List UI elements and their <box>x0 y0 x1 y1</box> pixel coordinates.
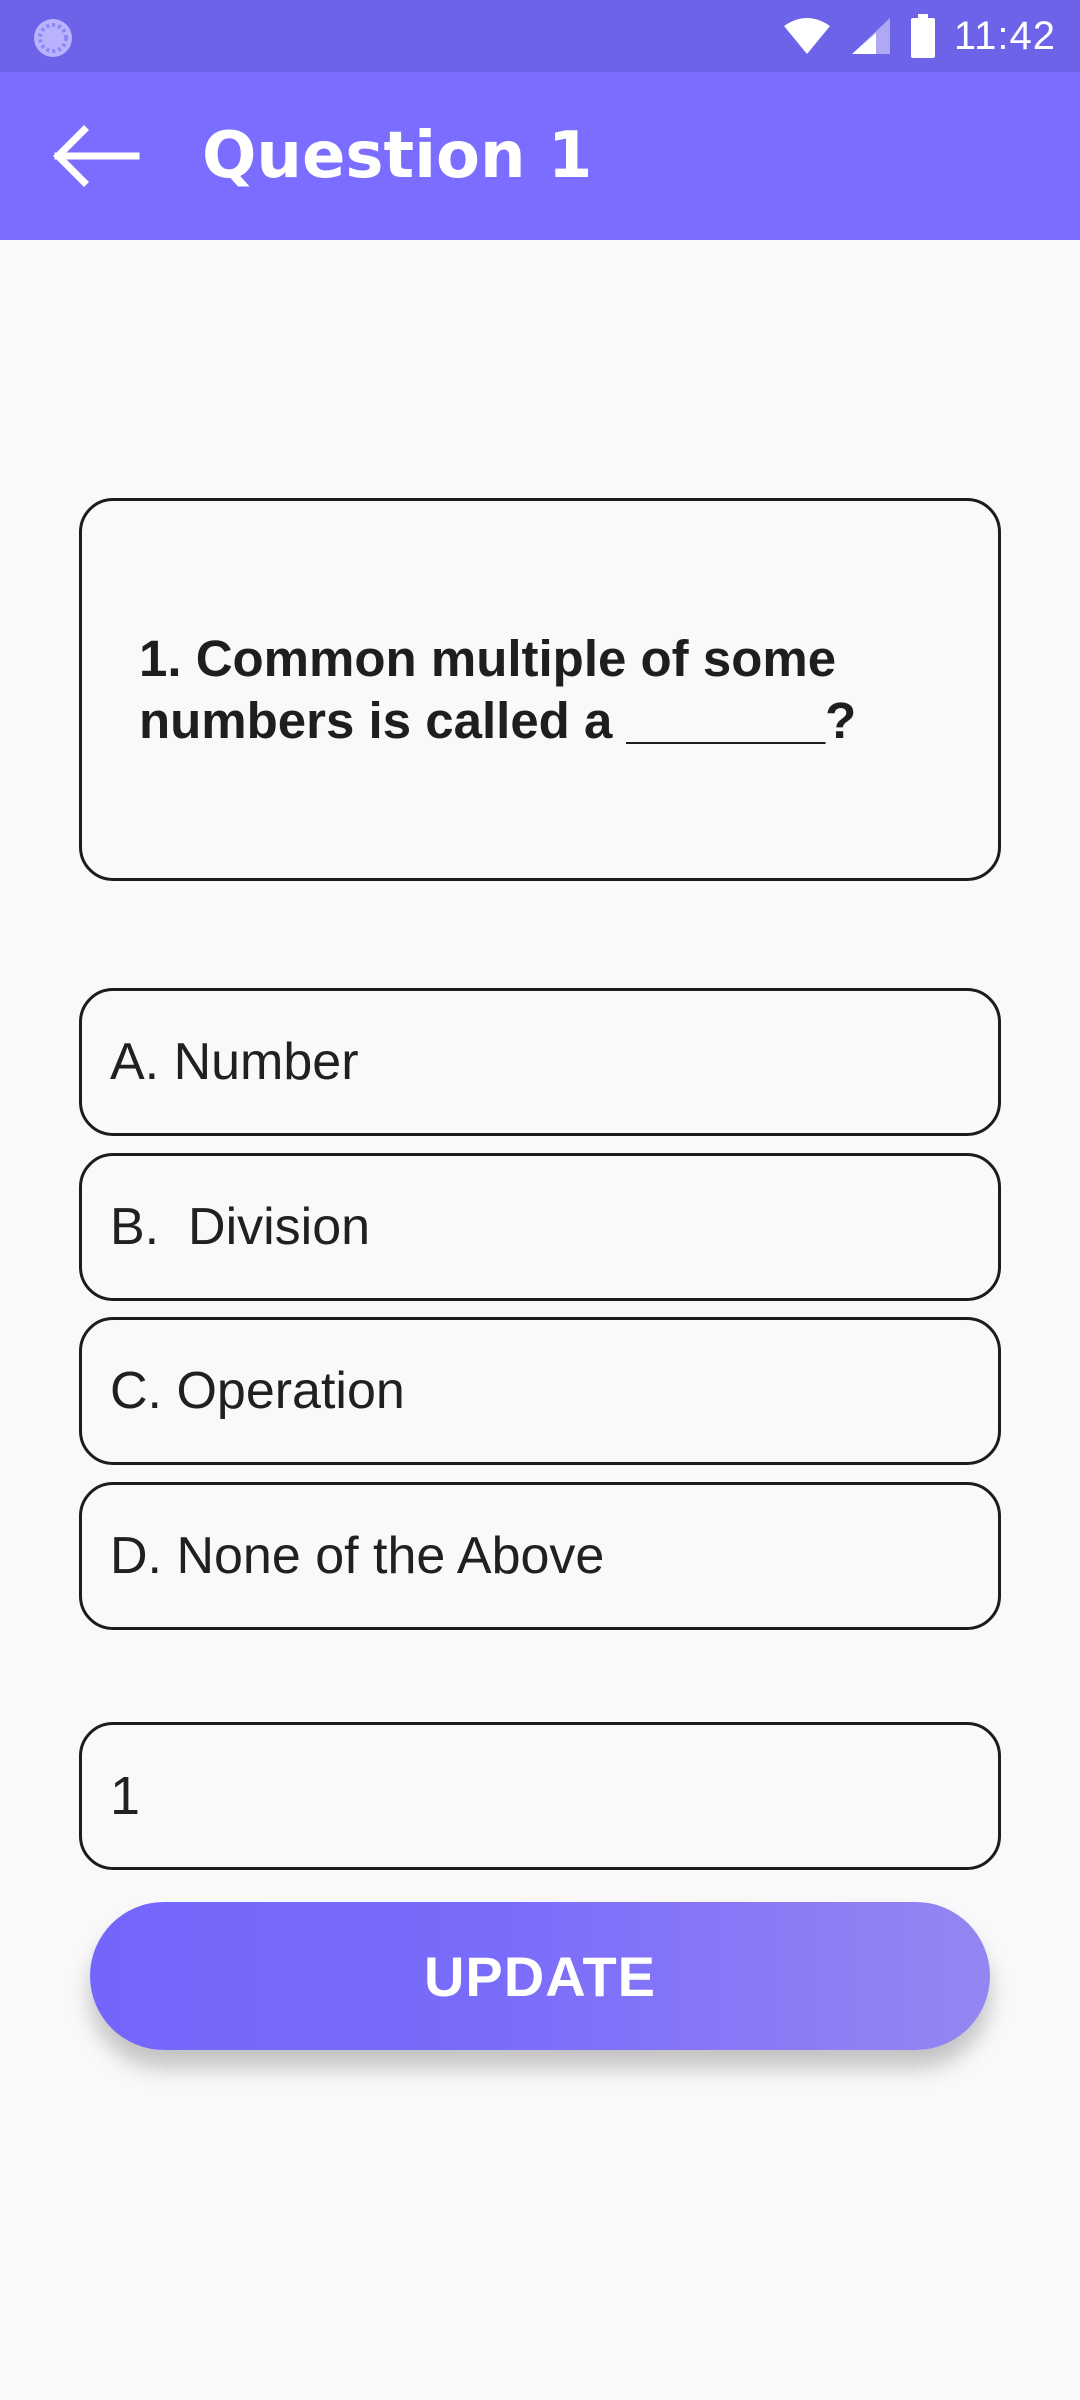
back-button[interactable] <box>40 116 150 196</box>
battery-icon <box>910 14 935 58</box>
option-b[interactable]: B. Division <box>79 1153 1001 1301</box>
question-text: 1. Common multiple of some numbers is ca… <box>139 629 857 749</box>
wifi-icon <box>783 18 830 54</box>
option-c[interactable]: C. Operation <box>79 1317 1001 1465</box>
answer-input[interactable] <box>79 1722 1001 1870</box>
update-button[interactable]: UPDATE <box>90 1902 990 2050</box>
signal-icon <box>851 18 890 54</box>
status-time: 11:42 <box>953 13 1056 58</box>
option-d[interactable]: D. None of the Above <box>79 1482 1001 1630</box>
app-bar: Question 1 <box>0 72 1080 240</box>
page-title: Question 1 <box>202 119 593 193</box>
loading-icon <box>34 19 72 57</box>
status-bar: 11:42 <box>0 0 1080 72</box>
option-a[interactable]: A. Number <box>79 988 1001 1136</box>
question-card: 1. Common multiple of some numbers is ca… <box>79 498 1001 881</box>
status-icons: 11:42 <box>782 0 1056 72</box>
arrow-back-icon <box>53 125 140 187</box>
